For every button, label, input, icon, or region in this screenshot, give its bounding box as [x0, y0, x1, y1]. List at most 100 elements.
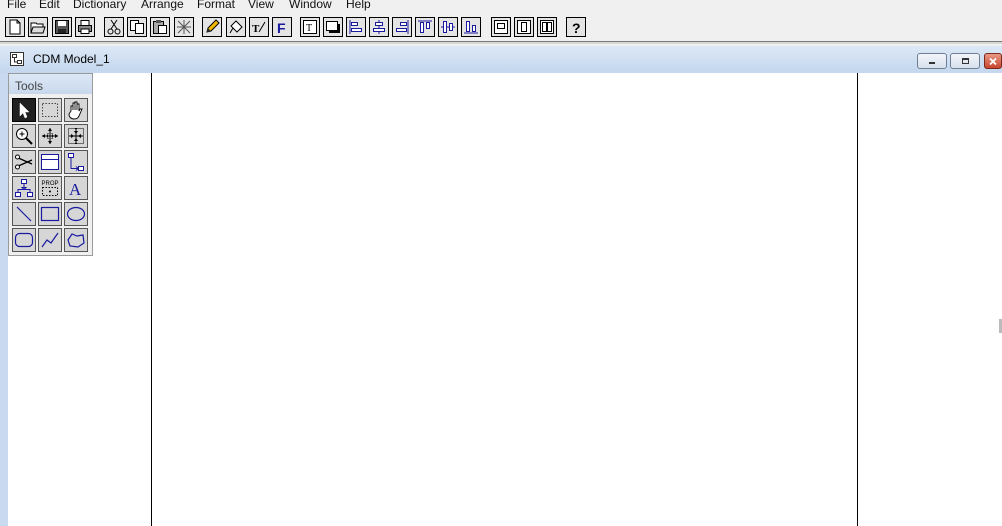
text-box-button[interactable]: T	[300, 17, 320, 37]
zoom-fit-icon	[68, 128, 84, 144]
copy-button[interactable]	[127, 17, 147, 37]
entity-tool[interactable]	[38, 150, 62, 174]
minimize-icon	[929, 62, 935, 64]
save-button[interactable]	[52, 17, 72, 37]
menu-format[interactable]: Format	[197, 0, 235, 12]
align-left-icon	[349, 20, 362, 34]
model-window: CDM Model_1	[0, 46, 1002, 526]
menu-dictionary[interactable]: Dictionary	[73, 0, 126, 12]
text-tool[interactable]: A	[64, 176, 88, 200]
rounded-rectangle-icon	[14, 232, 34, 248]
restore-icon	[962, 58, 969, 64]
print-icon	[78, 20, 92, 34]
entity-icon	[41, 154, 59, 170]
align-middle-icon	[441, 21, 455, 33]
polygon-icon	[67, 233, 85, 248]
lasso-select-icon	[42, 103, 58, 117]
align-bottom-button[interactable]	[461, 17, 481, 37]
polyline-tool[interactable]	[38, 228, 62, 252]
align-middle-button[interactable]	[438, 17, 458, 37]
font-icon: F	[277, 20, 286, 35]
ellipse-icon	[66, 206, 86, 222]
text-edit-icon: T	[252, 21, 266, 35]
group-symbols-icon	[494, 20, 508, 34]
zoom-in-tool[interactable]	[12, 124, 36, 148]
model-icon	[10, 52, 24, 66]
align-top-icon	[418, 20, 432, 33]
relationship-tool[interactable]	[64, 150, 88, 174]
align-right-icon	[396, 20, 409, 34]
rounded-rectangle-tool[interactable]	[12, 228, 36, 252]
help-button[interactable]: ?	[566, 17, 586, 37]
scissors-icon	[15, 154, 33, 170]
pointer-tool[interactable]	[12, 98, 36, 122]
cut-icon	[107, 19, 121, 35]
area-select-tool[interactable]	[38, 98, 62, 122]
zoom-in-icon	[16, 128, 33, 145]
align-top-button[interactable]	[415, 17, 435, 37]
page-boundary-left	[151, 73, 152, 526]
text-edit-button[interactable]: T	[249, 17, 269, 37]
text-box-icon: T	[303, 20, 317, 34]
pencil-icon	[206, 19, 220, 33]
ellipse-tool[interactable]	[64, 202, 88, 226]
restore-button[interactable]	[950, 53, 980, 69]
group-symbols-button[interactable]	[491, 17, 511, 37]
zoom-fit-icon	[540, 20, 554, 34]
font-button[interactable]: F	[272, 17, 292, 37]
polyline-icon	[41, 232, 59, 248]
polygon-tool[interactable]	[64, 228, 88, 252]
hand-tool[interactable]	[64, 98, 88, 122]
menu-help[interactable]: Help	[346, 0, 371, 12]
zoom-out-tool[interactable]	[38, 124, 62, 148]
fill-button[interactable]	[226, 17, 246, 37]
align-left-button[interactable]	[346, 17, 366, 37]
zoom-fit-button[interactable]	[537, 17, 557, 37]
cut-button[interactable]	[104, 17, 124, 37]
svg-text:?: ?	[572, 20, 581, 35]
open-button[interactable]	[28, 17, 48, 37]
align-bottom-icon	[464, 21, 478, 34]
delete-icon	[177, 20, 191, 34]
diagram-canvas[interactable]	[8, 73, 1002, 526]
close-icon	[989, 57, 997, 65]
menu-view[interactable]: View	[248, 0, 274, 12]
delete-button[interactable]	[174, 17, 194, 37]
align-center-button[interactable]	[369, 17, 389, 37]
svg-text:T: T	[306, 23, 312, 34]
pencil-button[interactable]	[202, 17, 222, 37]
menu-edit[interactable]: Edit	[39, 0, 60, 12]
toolbar: T F T ?	[0, 14, 1002, 44]
window-title-bar[interactable]: CDM Model_1	[0, 46, 1002, 73]
zoom-page-button[interactable]	[514, 17, 534, 37]
menu-arrange[interactable]: Arrange	[141, 0, 184, 12]
save-icon	[55, 20, 69, 34]
menu-file[interactable]: File	[7, 0, 26, 12]
rectangle-tool[interactable]	[38, 202, 62, 226]
line-icon	[16, 206, 32, 222]
rectangle-icon	[40, 206, 60, 222]
tools-grid: PROP A	[12, 98, 88, 252]
text-tool-icon: A	[69, 180, 82, 198]
minimize-button[interactable]	[917, 53, 947, 69]
properties-tool[interactable]: PROP	[38, 176, 62, 200]
new-document-icon	[9, 19, 21, 35]
align-right-button[interactable]	[392, 17, 412, 37]
shadow-button[interactable]	[323, 17, 343, 37]
zoom-fit-tool[interactable]	[64, 124, 88, 148]
new-button[interactable]	[5, 17, 25, 37]
svg-text:PROP: PROP	[42, 181, 59, 187]
print-button[interactable]	[75, 17, 95, 37]
scissors-tool[interactable]	[12, 150, 36, 174]
zoom-page-icon	[517, 20, 531, 34]
paint-bucket-icon	[229, 20, 243, 34]
inheritance-tool[interactable]	[12, 176, 36, 200]
close-button[interactable]	[984, 53, 1002, 69]
paste-button[interactable]	[150, 17, 170, 37]
menu-window[interactable]: Window	[289, 0, 332, 12]
line-tool[interactable]	[12, 202, 36, 226]
paste-icon	[153, 20, 167, 34]
tools-title-bar[interactable]: Tools	[9, 74, 92, 94]
hand-grabber-icon	[68, 101, 83, 120]
inheritance-icon	[15, 179, 33, 197]
